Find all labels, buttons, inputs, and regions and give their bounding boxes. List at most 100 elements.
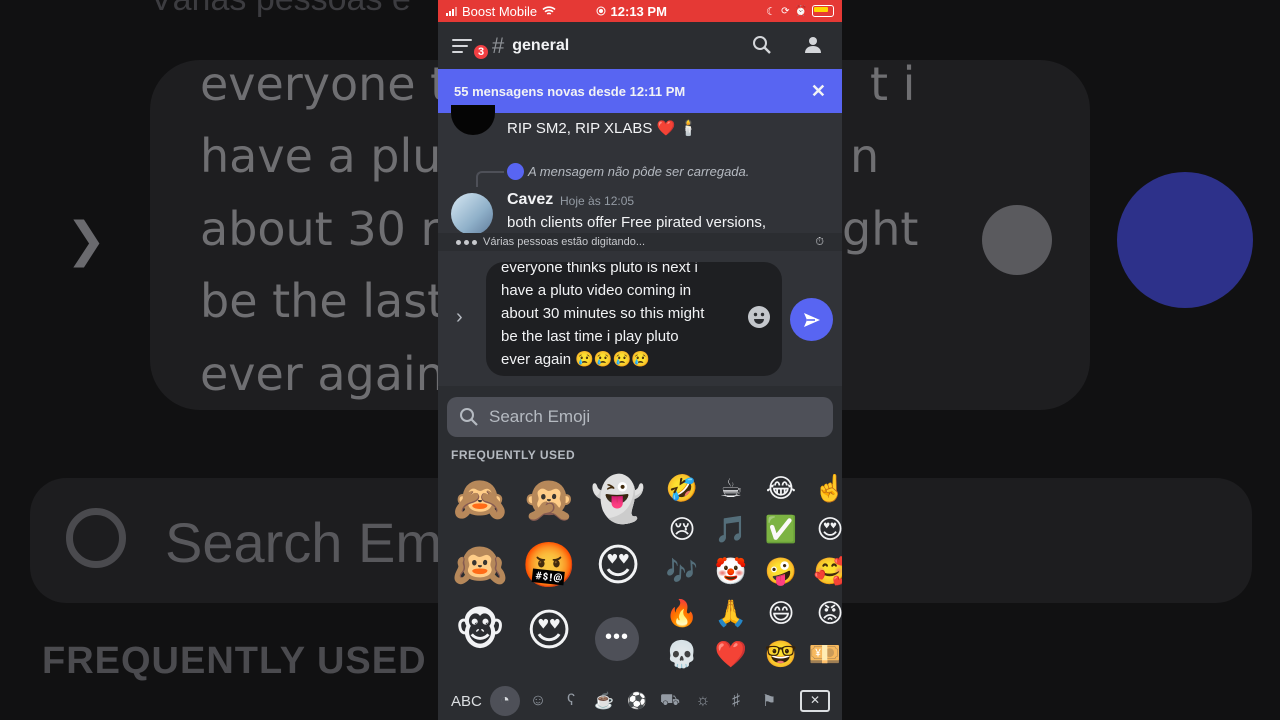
emoji-cell[interactable]: 🙊 bbox=[519, 472, 579, 528]
clock-icon[interactable]: ◔ bbox=[490, 686, 520, 716]
notification-badge: 3 bbox=[472, 43, 490, 61]
avatar[interactable] bbox=[451, 193, 493, 235]
emoji-category-tabs: ABC ◔ ☺ ʕ ☕ ⚽ ⛟ ☼ ♯ ⚑ ✕ bbox=[438, 682, 842, 720]
emoji-cell[interactable]: 💀 bbox=[665, 638, 699, 672]
emoji-cell[interactable]: 😄 bbox=[764, 597, 798, 631]
members-icon[interactable] bbox=[802, 35, 824, 55]
emoji-search-input[interactable]: Search Emoji bbox=[447, 397, 833, 437]
emoji-cell[interactable]: 🤡 bbox=[714, 555, 748, 589]
bg-line: be the last bbox=[200, 274, 446, 328]
wifi-icon bbox=[542, 6, 556, 15]
message-list: RIP SM2, RIP XLABS ❤️ 🕯️ A mensagem não … bbox=[438, 105, 842, 256]
search-icon[interactable] bbox=[752, 35, 772, 55]
message-text: both clients offer Free pirated versions… bbox=[507, 214, 767, 231]
new-messages-banner[interactable]: 55 mensagens novas desde 12:11 PM ✕ bbox=[438, 69, 842, 113]
emoji-cell[interactable]: 🔥 bbox=[665, 597, 699, 631]
typing-indicator: Várias pessoas estão digitando... ⏱ bbox=[438, 233, 842, 251]
timer-icon: ⏱ bbox=[815, 235, 824, 248]
bg-fragment: ght bbox=[842, 202, 919, 256]
emoji-picker: Search Emoji FREQUENTLY USED 🙈 🙊 👻 🙉 🤬 😍… bbox=[438, 386, 842, 720]
symbols-icon[interactable]: ♯ bbox=[721, 686, 751, 716]
phone-screen: Boost Mobile 12:13 PM ☾ ⟳ ⏰ 3 # general … bbox=[438, 0, 842, 720]
bg-line: about 30 r bbox=[200, 202, 440, 256]
emoji-cell[interactable]: 🙉 bbox=[450, 538, 510, 594]
reply-preview[interactable]: A mensagem não pôde ser carregada. bbox=[507, 163, 749, 180]
avatar[interactable] bbox=[451, 105, 495, 135]
emoji-cell[interactable]: 🤪 bbox=[764, 555, 798, 589]
emoji-cell[interactable]: 😢 bbox=[665, 513, 699, 547]
smile-icon[interactable]: ☺ bbox=[523, 686, 553, 716]
author-name[interactable]: Cavez bbox=[507, 191, 553, 209]
food-icon[interactable]: ☕ bbox=[589, 686, 619, 716]
bg-search-text: Search Em bbox=[165, 511, 442, 574]
emoji-cell[interactable]: 😍 bbox=[813, 513, 842, 547]
message-input-text: everyone thinks pluto is next i have a p… bbox=[501, 262, 705, 368]
bg-line: have a plut bbox=[200, 129, 460, 183]
emoji-cell[interactable]: 😡 bbox=[813, 597, 842, 631]
record-icon bbox=[596, 6, 606, 16]
channel-header: 3 # general bbox=[438, 22, 842, 69]
ball-icon[interactable]: ⚽ bbox=[622, 686, 652, 716]
emoji-cell[interactable]: 🎶 bbox=[665, 555, 699, 589]
car-icon[interactable]: ⛟ bbox=[655, 686, 685, 716]
bg-send-icon bbox=[1117, 172, 1253, 308]
emoji-cell[interactable]: 🙈 bbox=[450, 472, 510, 528]
bg-fragment: n bbox=[850, 129, 880, 183]
animal-icon[interactable]: ʕ bbox=[556, 686, 586, 716]
more-emoji-button[interactable]: ••• bbox=[595, 617, 639, 661]
emoji-cell[interactable]: 👻 bbox=[588, 472, 648, 528]
emoji-search-placeholder: Search Emoji bbox=[489, 407, 591, 426]
bg-line: ever again bbox=[200, 347, 445, 401]
channel-name[interactable]: general bbox=[512, 37, 569, 55]
message-timestamp: Hoje às 12:05 bbox=[560, 194, 635, 208]
message-text: RIP SM2, RIP XLABS ❤️ 🕯️ bbox=[507, 120, 699, 137]
typing-text: Várias pessoas estão digitando... bbox=[483, 236, 646, 248]
bg-line: everyone t bbox=[200, 57, 449, 111]
signal-icon bbox=[446, 6, 457, 16]
backspace-icon[interactable]: ✕ bbox=[800, 690, 830, 712]
hash-icon: # bbox=[492, 32, 505, 58]
carrier-name: Boost Mobile bbox=[462, 3, 538, 19]
bg-top-text: Várias pessoas e bbox=[150, 0, 411, 19]
message-input[interactable]: everyone thinks pluto is next i have a p… bbox=[486, 262, 782, 376]
flag-icon[interactable]: ⚑ bbox=[754, 686, 784, 716]
emoji-cell[interactable]: 🙏 bbox=[714, 597, 748, 631]
close-icon[interactable]: ✕ bbox=[811, 81, 826, 102]
new-messages-text: 55 mensagens novas desde 12:11 PM bbox=[454, 83, 686, 99]
emoji-cell[interactable]: 😂 bbox=[764, 472, 798, 506]
clock-time: 12:13 PM bbox=[610, 3, 667, 19]
message-composer: › everyone thinks pluto is next i have a… bbox=[438, 256, 842, 384]
emoji-cell[interactable]: 🐵 bbox=[450, 603, 510, 659]
battery-icon bbox=[812, 5, 834, 17]
emoji-cell[interactable]: ☝️ bbox=[813, 472, 842, 506]
emoji-cell[interactable]: 🤣 bbox=[665, 472, 699, 506]
typing-dots-icon bbox=[456, 239, 477, 245]
menu-icon[interactable] bbox=[452, 38, 472, 53]
emoji-cell[interactable]: 🎵 bbox=[714, 513, 748, 547]
reply-connector bbox=[476, 171, 504, 187]
emoji-cell[interactable]: ✅ bbox=[764, 513, 798, 547]
emoji-cell[interactable]: 🤬 bbox=[519, 538, 579, 594]
emoji-cell[interactable]: 🤓 bbox=[764, 638, 798, 672]
section-title: FREQUENTLY USED bbox=[451, 448, 576, 462]
chevron-right-icon[interactable]: › bbox=[456, 306, 463, 329]
bg-freq-text: FREQUENTLY USED bbox=[42, 640, 427, 682]
send-button[interactable] bbox=[790, 298, 833, 341]
emoji-cell[interactable]: 💴 bbox=[808, 638, 842, 672]
emoji-cell[interactable]: 🥰 bbox=[813, 555, 842, 589]
lock-rotation-icon: ⟳ bbox=[781, 5, 790, 17]
emoji-cell[interactable]: ☕ bbox=[714, 472, 748, 506]
bg-chevron-icon: ❯ bbox=[66, 214, 107, 267]
alarm-icon: ⏰ bbox=[794, 5, 807, 17]
bg-smiley-icon bbox=[982, 205, 1052, 275]
emoji-cell[interactable]: 😍 bbox=[519, 603, 579, 659]
bulb-icon[interactable]: ☼ bbox=[688, 686, 718, 716]
bg-search-icon bbox=[66, 508, 126, 568]
send-icon bbox=[803, 312, 820, 327]
emoji-button-icon[interactable] bbox=[748, 306, 770, 328]
emoji-cell[interactable]: 😍 bbox=[588, 538, 648, 594]
status-bar: Boost Mobile 12:13 PM ☾ ⟳ ⏰ bbox=[438, 0, 842, 22]
emoji-cell[interactable]: ❤️ bbox=[714, 638, 748, 672]
search-icon bbox=[460, 408, 478, 426]
abc-keyboard-button[interactable]: ABC bbox=[451, 693, 487, 710]
